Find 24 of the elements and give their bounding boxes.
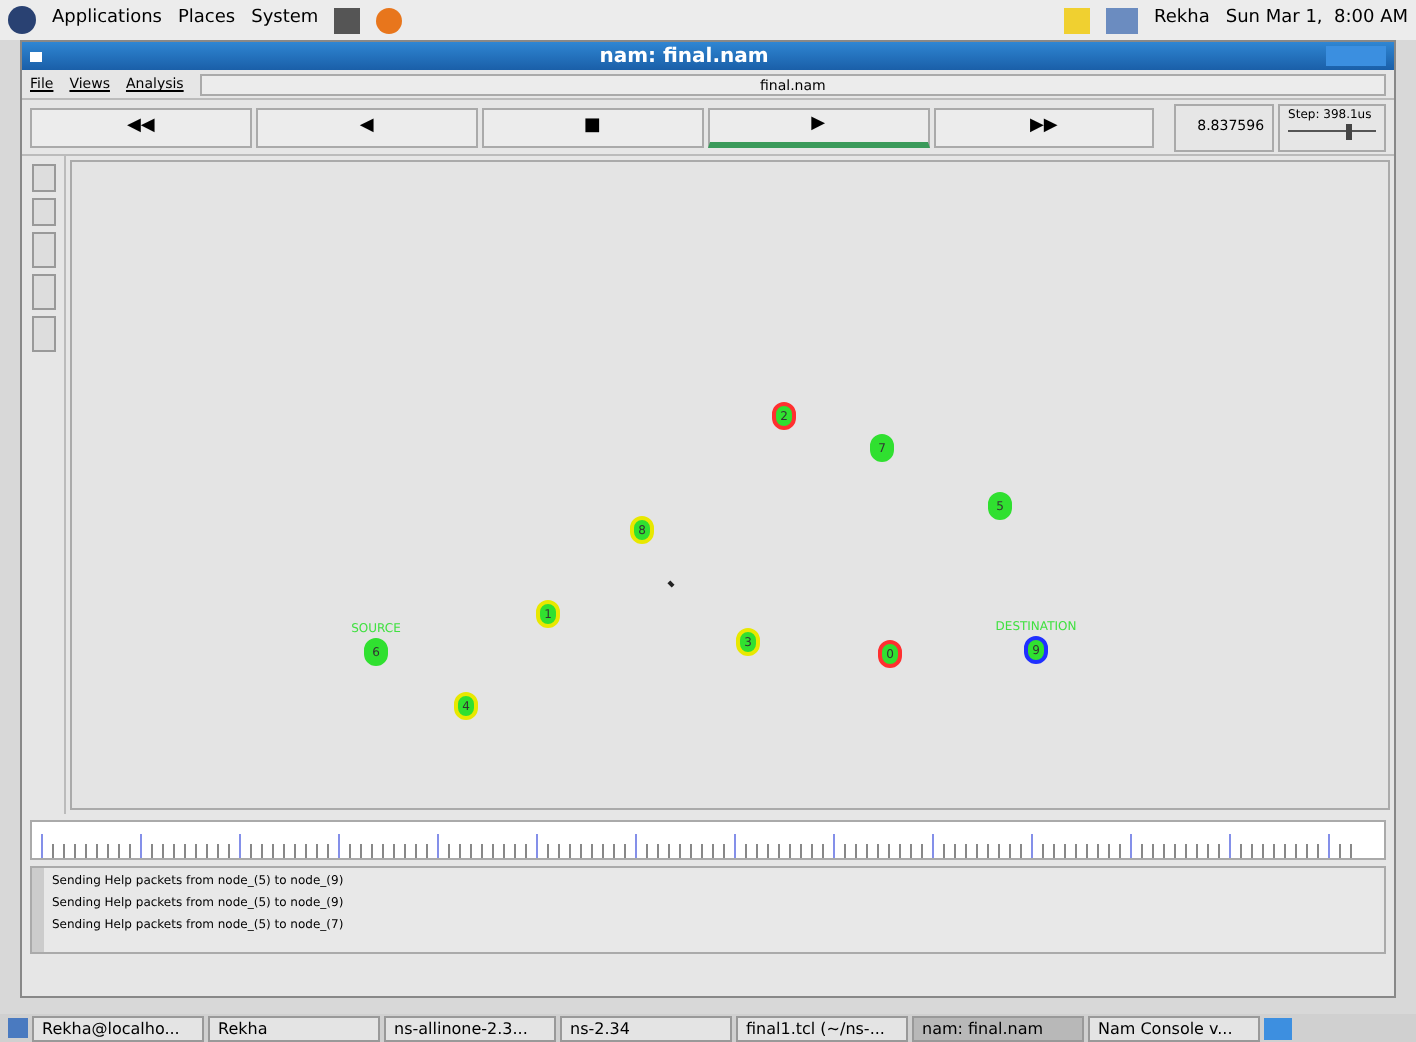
playback-button[interactable]: ▶▶ [933, 107, 1155, 147]
taskbar-button[interactable]: Nam Console v... [1088, 1015, 1260, 1041]
playback-button[interactable]: ◀ [255, 107, 478, 147]
panel-menu[interactable]: Places [177, 6, 236, 34]
taskbar-button[interactable]: nam: final.nam [912, 1015, 1084, 1041]
workspace-icon[interactable] [1264, 1017, 1292, 1039]
clock[interactable]: Sun Mar 1, 8:00 AM [1225, 6, 1408, 34]
panel-menu[interactable]: Applications [52, 6, 162, 34]
panel-menu[interactable]: System [251, 6, 319, 34]
taskbar-button[interactable]: ns-allinone-2.3... [384, 1015, 556, 1041]
user-name[interactable]: Rekha [1154, 6, 1210, 34]
playback-button[interactable]: ◀◀ [30, 107, 252, 147]
playback-button[interactable]: ■ [481, 107, 704, 147]
taskbar-button[interactable]: Rekha [208, 1015, 380, 1041]
window-menu-icon[interactable] [30, 51, 42, 61]
packet-icon [667, 580, 675, 588]
timeline-ruler[interactable] [30, 820, 1386, 860]
taskbar-button[interactable]: ns-2.34 [560, 1015, 732, 1041]
slider-thumb[interactable] [1345, 123, 1352, 139]
window-title: nam: final.nam [597, 43, 771, 71]
playback-button[interactable]: ▶ [707, 107, 929, 147]
taskbar-button[interactable]: Rekha@localho... [32, 1015, 204, 1041]
scrollbar-icon[interactable] [32, 868, 44, 952]
taskbar-button[interactable]: final1.tcl (~/ns-... [736, 1015, 908, 1041]
